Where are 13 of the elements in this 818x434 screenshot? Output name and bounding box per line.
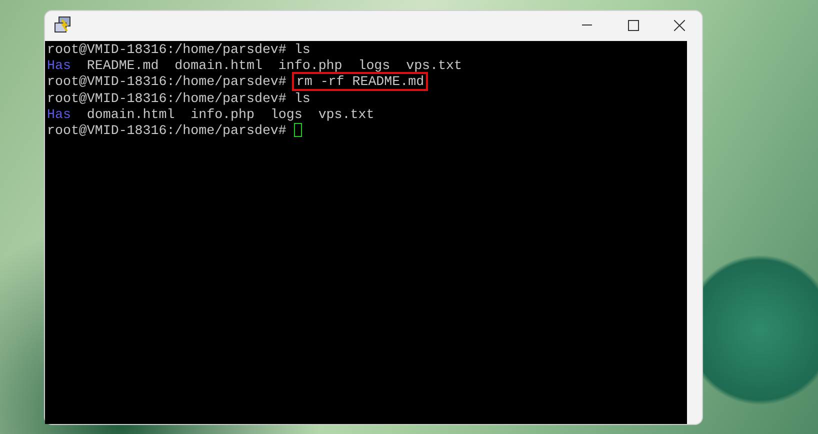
- terminal-line: domain.html info.php logs vps.txt: [86, 106, 374, 122]
- close-icon: [674, 20, 684, 30]
- directory-name: Has: [47, 106, 71, 122]
- terminal-line: root@VMID-18316:/home/parsdev#: [47, 74, 286, 90]
- terminal-line: root@VMID-18316:/home/parsdev# ls: [47, 90, 310, 106]
- computer-icon: [54, 16, 72, 34]
- terminal-line: README.md domain.html info.php logs vps.txt: [86, 58, 462, 74]
- terminal-line: root@VMID-18316:/home/parsdev#: [47, 123, 288, 138]
- minimize-icon: [582, 24, 592, 26]
- maximize-icon: [628, 20, 638, 30]
- terminal-line: root@VMID-18316:/home/parsdev# ls: [47, 42, 310, 57]
- highlighted-command: rm -rf README.md: [292, 72, 428, 92]
- directory-name: Has: [47, 58, 71, 74]
